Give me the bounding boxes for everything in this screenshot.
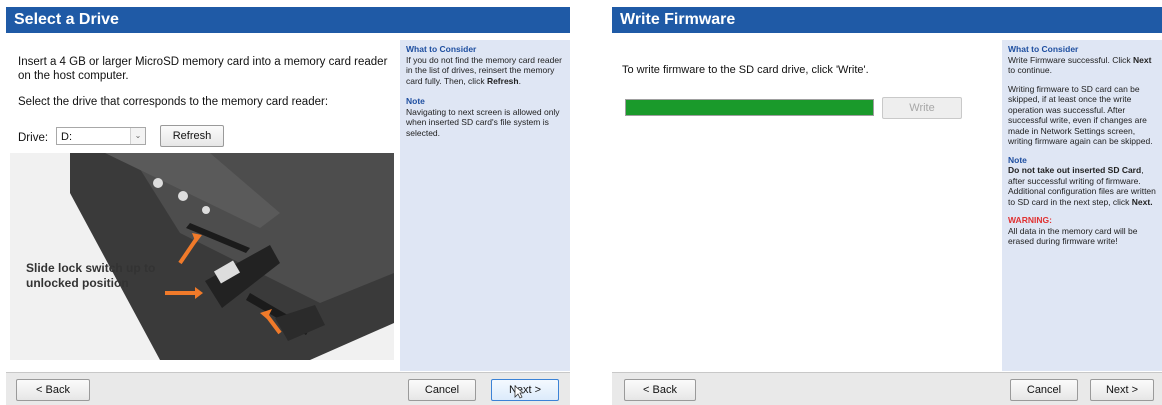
- drive-label: Drive:: [18, 132, 49, 144]
- select-drive-instruction: Select the drive that corresponds to the…: [18, 96, 329, 108]
- refresh-button[interactable]: Refresh: [160, 125, 224, 147]
- back-button[interactable]: < Back: [624, 379, 696, 401]
- note-heading: Note: [406, 96, 425, 106]
- note-bold: Do not take out inserted SD Card: [1008, 165, 1142, 175]
- mouse-cursor-icon: [514, 385, 524, 399]
- illustration-caption: Slide lock switch up to unlocked positio…: [26, 261, 156, 290]
- window-title: Select a Drive: [6, 7, 570, 33]
- next-button[interactable]: Next >: [491, 379, 559, 401]
- consider-heading: What to Consider: [1008, 44, 1079, 54]
- consider-refresh-bold: Refresh: [486, 75, 519, 86]
- note-next-bold: Next.: [1131, 196, 1153, 207]
- sd-card-illustration: Slide lock switch up to unlocked positio…: [10, 153, 394, 360]
- drive-select-value: D:: [61, 131, 72, 143]
- cancel-button[interactable]: Cancel: [408, 379, 476, 401]
- select-drive-window: Select a Drive Insert a 4 GB or larger M…: [6, 7, 570, 405]
- warning-heading: WARNING:: [1008, 215, 1052, 225]
- consider-text-end: to continue.: [1008, 65, 1052, 75]
- cancel-button[interactable]: Cancel: [1010, 379, 1078, 401]
- write-firmware-window: Write Firmware To write firmware to the …: [612, 7, 1162, 405]
- note-heading: Note: [1008, 154, 1027, 165]
- skip-text: Writing firmware to SD card can be skipp…: [1008, 83, 1153, 147]
- window-title: Write Firmware: [612, 7, 1162, 33]
- write-instruction: To write firmware to the SD card drive, …: [622, 64, 869, 76]
- note-text: Navigating to next screen is allowed onl…: [406, 106, 560, 138]
- write-progress-fill: [626, 100, 873, 115]
- back-button[interactable]: < Back: [16, 379, 90, 401]
- consider-heading: What to Consider: [406, 44, 477, 54]
- wizard-footer: < Back Cancel Next >: [612, 372, 1162, 405]
- help-sidebar: What to Consider Write Firmware successf…: [1002, 40, 1162, 371]
- wizard-footer: < Back Cancel Next >: [6, 372, 570, 405]
- chevron-down-icon[interactable]: ⌄: [130, 128, 145, 144]
- write-progress-bar: [625, 99, 874, 116]
- consider-text: Write Firmware successful. Click: [1008, 54, 1133, 65]
- consider-next-bold: Next: [1133, 54, 1152, 65]
- write-button[interactable]: Write: [882, 97, 962, 119]
- help-sidebar: What to Consider If you do not find the …: [400, 40, 570, 371]
- consider-text: If you do not find the memory card reade…: [406, 54, 562, 86]
- consider-text-end: .: [518, 75, 521, 86]
- warning-text: All data in the memory card will be eras…: [1008, 225, 1138, 247]
- next-button[interactable]: Next >: [1090, 379, 1154, 401]
- laptop-card-reader-image: [70, 153, 394, 360]
- drive-select[interactable]: D: ⌄: [56, 127, 146, 145]
- insert-card-instruction: Insert a 4 GB or larger MicroSD memory c…: [18, 56, 388, 82]
